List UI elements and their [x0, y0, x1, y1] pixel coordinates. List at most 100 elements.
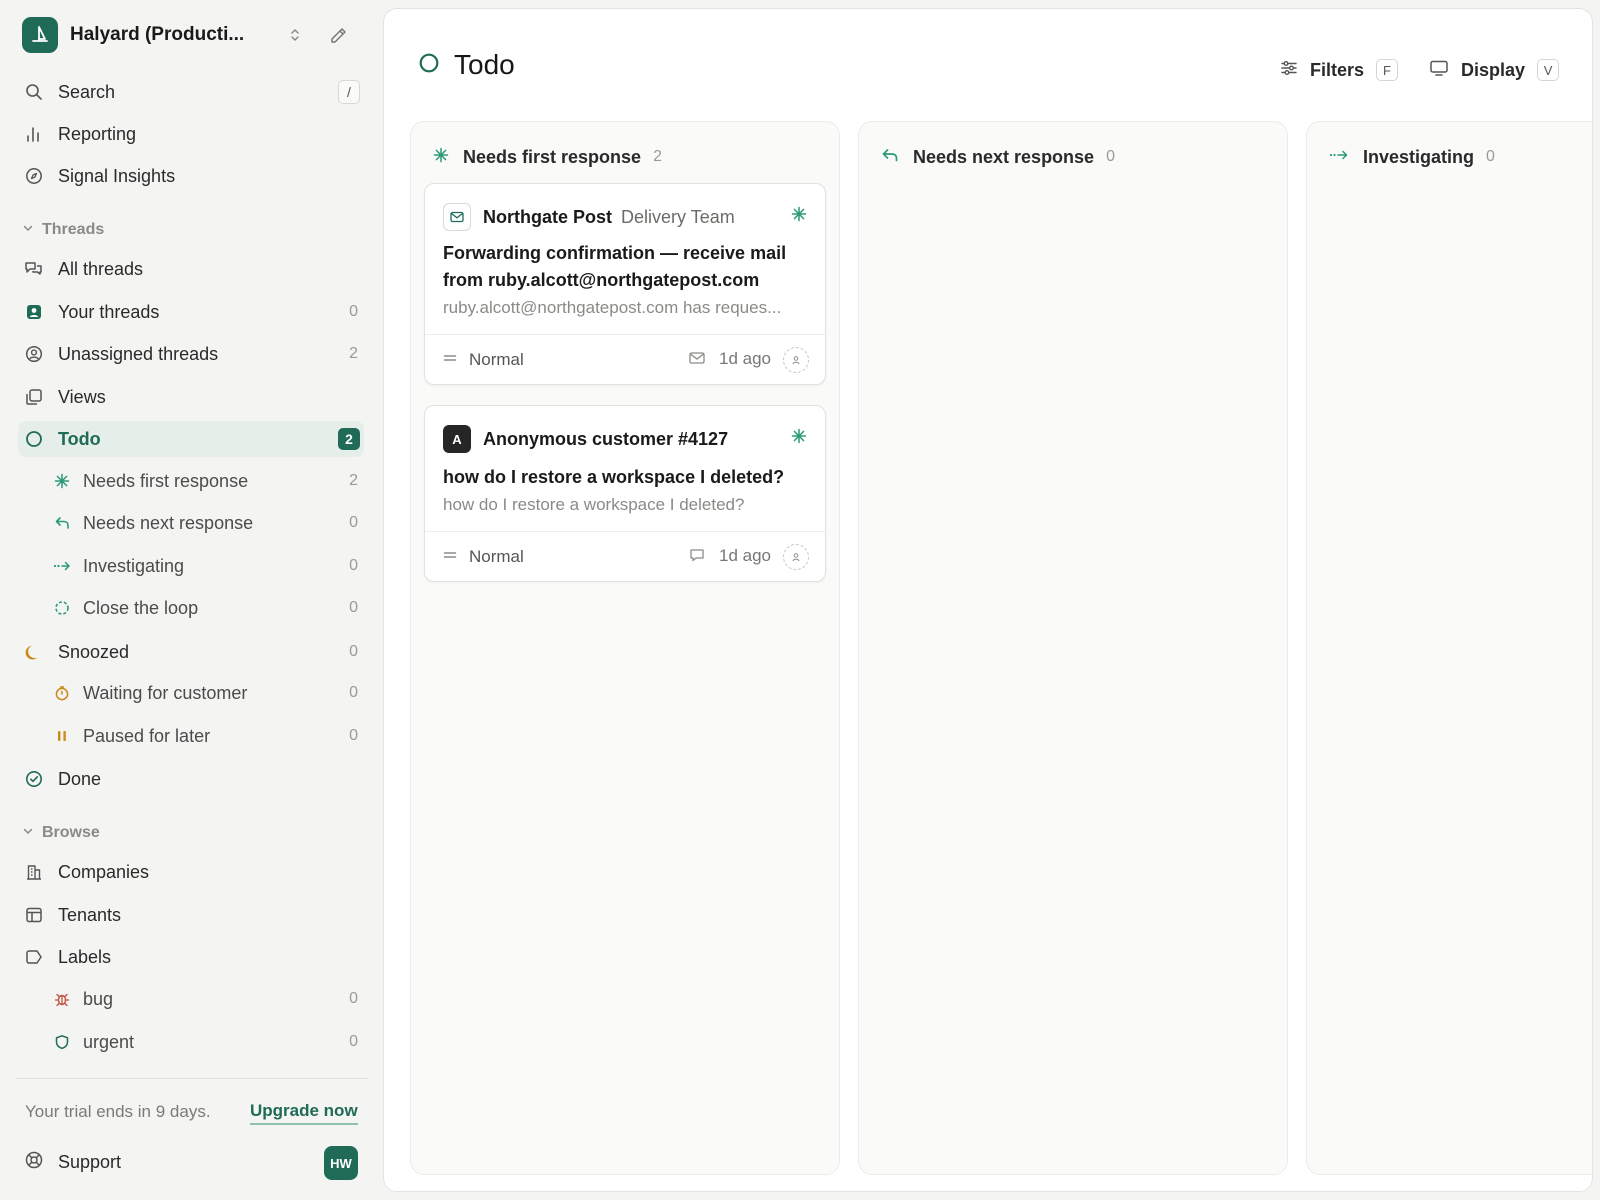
lifebuoy-icon [24, 1150, 44, 1175]
filters-shortcut: F [1376, 59, 1399, 81]
nav-companies-label: Companies [58, 861, 150, 882]
mail-avatar-icon [443, 203, 471, 231]
workspace-switcher[interactable]: Halyard (Producti... [22, 16, 364, 54]
thread-card[interactable]: A Anonymous customer #4127 how do I rest… [424, 405, 826, 582]
bug-icon [52, 989, 72, 1009]
priority-label: Normal [469, 547, 524, 566]
chevron-updown-icon[interactable] [284, 24, 306, 46]
workspace-name: Halyard (Producti... [70, 24, 245, 45]
monitor-icon [1429, 59, 1449, 82]
column-title: Investigating [1363, 146, 1475, 167]
column-title: Needs next response [913, 146, 1095, 167]
thread-card[interactable]: Northgate Post Delivery Team Forwarding … [424, 183, 826, 385]
nav-waiting-for-customer[interactable]: Waiting for customer 0 [18, 675, 364, 711]
priority-label: Normal [469, 350, 524, 369]
browse-section-title: Browse [42, 824, 100, 841]
display-button[interactable]: Display V [1429, 55, 1560, 85]
page-header: Todo [418, 49, 515, 81]
chevron-down-icon [22, 824, 34, 842]
nav-needs-first-response-label: Needs first response [83, 470, 249, 491]
nav-needs-first-response[interactable]: Needs first response 2 [18, 463, 364, 499]
assign-user-icon[interactable] [783, 544, 809, 570]
nav-unassigned-threads[interactable]: Unassigned threads 2 [18, 336, 364, 372]
mail-icon [689, 351, 705, 370]
nav-label-bug-label: bug [83, 988, 114, 1009]
nav-waiting-for-customer-label: Waiting for customer [83, 682, 248, 703]
column-header[interactable]: Investigating 0 [1329, 144, 1495, 170]
reply-icon [881, 147, 899, 168]
column-header[interactable]: Needs first response 2 [433, 144, 662, 170]
nav-todo[interactable]: Todo 2 [18, 421, 364, 457]
column-count: 0 [1106, 148, 1115, 165]
nav-done-label: Done [58, 768, 102, 789]
moon-icon [24, 642, 44, 662]
nav-paused-for-later[interactable]: Paused for later 0 [18, 718, 364, 754]
dotted-arrow-icon [52, 556, 72, 576]
shield-icon [52, 1032, 72, 1052]
nav-done[interactable]: Done [18, 761, 364, 797]
nav-close-the-loop-label: Close the loop [83, 597, 199, 618]
filters-button[interactable]: Filters F [1280, 55, 1399, 85]
priority-indicator[interactable]: Normal [443, 350, 524, 370]
nav-signal-insights-label: Signal Insights [58, 165, 176, 186]
card-time: 1d ago [719, 546, 771, 565]
nav-your-threads-label: Your threads [58, 301, 160, 322]
nav-needs-next-response[interactable]: Needs next response 0 [18, 505, 364, 541]
nav-companies[interactable]: Companies [18, 854, 364, 890]
tag-icon [24, 947, 44, 967]
nav-snoozed-label: Snoozed [58, 641, 130, 662]
priority-indicator[interactable]: Normal [443, 547, 524, 567]
pause-icon [52, 726, 72, 746]
nav-snoozed[interactable]: Snoozed 0 [18, 634, 364, 670]
nav-views[interactable]: Views [18, 379, 364, 415]
card-sender: Northgate Post [483, 206, 613, 227]
main-panel: Todo Filters F Display V Needs first res… [383, 8, 1593, 1192]
sparkle-icon [433, 147, 449, 168]
support-label: Support [58, 1151, 122, 1172]
needs-next-response-count: 0 [349, 514, 358, 531]
nav-search[interactable]: Search / [18, 74, 364, 110]
nav-reporting[interactable]: Reporting [18, 116, 364, 152]
your-threads-count: 0 [349, 303, 358, 320]
nav-views-label: Views [58, 386, 106, 407]
nav-label-bug[interactable]: bug 0 [18, 981, 364, 1017]
user-badge-icon [24, 302, 44, 322]
chat-bubbles-icon [24, 259, 44, 279]
assign-user-icon[interactable] [783, 347, 809, 373]
nav-unassigned-threads-label: Unassigned threads [58, 343, 219, 364]
column-needs-next-response: Needs next response 0 [858, 121, 1288, 1175]
nav-search-label: Search [58, 81, 116, 102]
nav-investigating-label: Investigating [83, 555, 185, 576]
browse-section-toggle[interactable]: Browse [22, 822, 100, 844]
column-title: Needs first response [463, 146, 642, 167]
nav-labels[interactable]: Labels [18, 939, 364, 975]
upgrade-link[interactable]: Upgrade now [250, 1101, 358, 1125]
nav-your-threads[interactable]: Your threads 0 [18, 294, 364, 330]
column-header[interactable]: Needs next response 0 [881, 144, 1115, 170]
sparkle-icon [791, 428, 807, 449]
nav-todo-label: Todo [58, 428, 101, 449]
nav-needs-next-response-label: Needs next response [83, 512, 254, 533]
todo-count-badge: 2 [338, 428, 360, 450]
support-button[interactable]: Support [24, 1148, 121, 1176]
threads-section-toggle[interactable]: Threads [22, 219, 104, 241]
card-subject: how do I restore a workspace I deleted? [443, 467, 785, 487]
card-subject: Forwarding confirmation — receive mail f… [443, 243, 787, 290]
user-avatar[interactable]: HW [324, 1146, 358, 1180]
nav-all-threads[interactable]: All threads [18, 251, 364, 287]
nav-label-urgent[interactable]: urgent 0 [18, 1024, 364, 1060]
nav-signal-insights[interactable]: Signal Insights [18, 158, 364, 194]
workspace-logo-icon [22, 17, 58, 53]
customer-avatar: A [443, 425, 471, 453]
column-investigating: Investigating 0 [1306, 121, 1592, 1175]
bar-chart-icon [24, 124, 44, 144]
column-count: 2 [653, 148, 662, 165]
loop-icon [52, 598, 72, 618]
nav-tenants[interactable]: Tenants [18, 897, 364, 933]
nav-investigating[interactable]: Investigating 0 [18, 548, 364, 584]
investigating-count: 0 [349, 557, 358, 574]
stopwatch-icon [52, 683, 72, 703]
display-label: Display [1461, 59, 1526, 80]
nav-close-the-loop[interactable]: Close the loop 0 [18, 590, 364, 626]
compose-icon[interactable] [327, 23, 351, 47]
